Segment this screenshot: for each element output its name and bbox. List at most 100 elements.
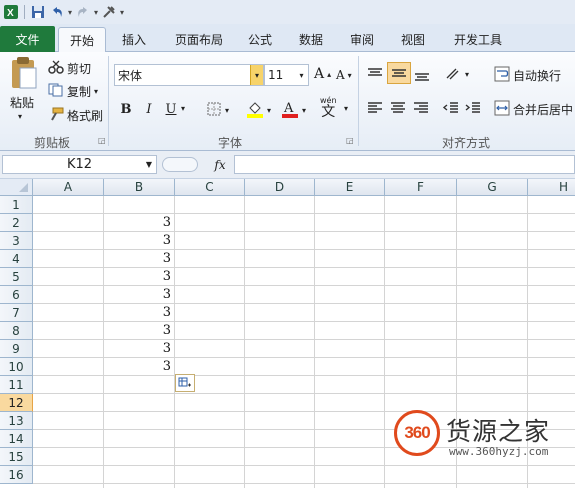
font-name-dropdown-icon[interactable]: ▾ <box>250 65 263 85</box>
merge-center-button[interactable]: 合并后居中 <box>494 100 573 119</box>
wrap-text-button[interactable]: 自动换行 <box>494 66 561 85</box>
row-header-15[interactable]: 15 <box>0 448 33 466</box>
redo-dropdown-icon[interactable]: ▾ <box>94 8 98 17</box>
fill-color-button[interactable]: ▾ <box>246 100 271 121</box>
row-header-16[interactable]: 16 <box>0 466 33 484</box>
align-middle-button[interactable] <box>387 62 411 84</box>
row-header-12[interactable]: 12 <box>0 394 33 412</box>
format-painter-button[interactable]: 格式刷 <box>48 107 103 124</box>
cell-b7[interactable]: 3 <box>104 304 175 321</box>
column-header-c[interactable]: C <box>175 179 245 196</box>
undo-dropdown-icon[interactable]: ▾ <box>68 8 72 17</box>
border-icon <box>206 101 222 120</box>
tab-page-layout[interactable]: 页面布局 <box>165 27 233 52</box>
orientation-dropdown-icon[interactable]: ▾ <box>465 70 469 79</box>
formula-bar-resize-handle[interactable] <box>162 157 198 172</box>
column-header-d[interactable]: D <box>245 179 315 196</box>
bold-button[interactable]: B <box>117 100 135 118</box>
undo-icon[interactable] <box>49 4 65 20</box>
name-box-dropdown-icon[interactable]: ▼ <box>146 160 152 169</box>
copy-button[interactable]: 复制 ▾ <box>48 83 98 100</box>
cell-b10[interactable]: 3 <box>104 358 175 375</box>
row-header-11[interactable]: 11 <box>0 376 33 394</box>
group-separator <box>358 56 359 146</box>
increase-indent-button[interactable] <box>464 100 482 116</box>
tools-icon[interactable] <box>101 4 117 20</box>
row-header-1[interactable]: 1 <box>0 196 33 214</box>
row-header-9[interactable]: 9 <box>0 340 33 358</box>
font-color-button[interactable]: A ▾ <box>281 100 306 121</box>
excel-logo-icon[interactable]: X <box>3 4 19 20</box>
decrease-indent-button[interactable] <box>442 100 460 116</box>
border-dropdown-icon[interactable]: ▾ <box>225 106 229 115</box>
tab-view[interactable]: 视图 <box>391 27 435 52</box>
column-header-g[interactable]: G <box>457 179 528 196</box>
row-header-10[interactable]: 10 <box>0 358 33 376</box>
cut-button[interactable]: 剪切 <box>48 60 91 77</box>
align-center-button[interactable] <box>389 100 407 116</box>
cell-b4[interactable]: 3 <box>104 250 175 267</box>
tab-insert[interactable]: 插入 <box>110 27 158 52</box>
underline-button[interactable]: U <box>162 100 180 118</box>
formula-input[interactable] <box>234 155 575 174</box>
font-name-select[interactable]: 宋体 ▾ <box>114 64 264 86</box>
border-button[interactable]: ▾ <box>206 101 229 120</box>
phonetic-button[interactable]: wén 文 <box>320 97 337 120</box>
column-header-b[interactable]: B <box>104 179 175 196</box>
phonetic-dropdown-icon[interactable]: ▾ <box>344 104 348 113</box>
paste-dropdown-icon[interactable]: ▾ <box>18 112 22 121</box>
align-left-icon <box>368 102 382 113</box>
column-header-h[interactable]: H <box>528 179 575 196</box>
italic-button[interactable]: I <box>140 100 158 118</box>
row-header-6[interactable]: 6 <box>0 286 33 304</box>
copy-dropdown-icon[interactable]: ▾ <box>94 87 98 96</box>
align-bottom-button[interactable] <box>413 66 431 82</box>
cell-b3[interactable]: 3 <box>104 232 175 249</box>
font-size-select[interactable]: 11 ▾ <box>264 64 309 86</box>
redo-icon[interactable] <box>75 4 91 20</box>
font-color-dropdown-icon[interactable]: ▾ <box>302 106 306 115</box>
clipboard-launcher-icon[interactable]: ◲ <box>98 136 106 145</box>
tab-data[interactable]: 数据 <box>289 27 333 52</box>
cell-b5[interactable]: 3 <box>104 268 175 285</box>
cell-b8[interactable]: 3 <box>104 322 175 339</box>
row-header-13[interactable]: 13 <box>0 412 33 430</box>
select-all-corner[interactable] <box>0 179 33 196</box>
tab-formulas[interactable]: 公式 <box>238 27 282 52</box>
row-header-7[interactable]: 7 <box>0 304 33 322</box>
grow-font-button[interactable]: A ▴ <box>314 66 331 82</box>
align-right-button[interactable] <box>412 100 430 116</box>
save-icon[interactable] <box>30 4 46 20</box>
row-header-3[interactable]: 3 <box>0 232 33 250</box>
row-header-8[interactable]: 8 <box>0 322 33 340</box>
customize-icon[interactable]: ▾ <box>120 8 124 17</box>
row-header-4[interactable]: 4 <box>0 250 33 268</box>
merge-center-label: 合并后居中 <box>513 103 574 117</box>
font-size-dropdown-icon[interactable]: ▾ <box>295 65 308 85</box>
paste-button[interactable] <box>6 56 40 90</box>
tab-file[interactable]: 文件 <box>0 26 55 52</box>
cell-b2[interactable]: 3 <box>104 214 175 231</box>
tab-review[interactable]: 审阅 <box>340 27 384 52</box>
auto-fill-options-button[interactable] <box>175 374 195 392</box>
name-box[interactable]: K12 ▼ <box>2 155 157 174</box>
tab-home[interactable]: 开始 <box>58 27 106 53</box>
fill-color-dropdown-icon[interactable]: ▾ <box>267 106 271 115</box>
orientation-button[interactable]: ▾ <box>444 66 469 82</box>
align-left-button[interactable] <box>366 100 384 116</box>
align-top-button[interactable] <box>366 66 384 82</box>
ribbon-tabs: 文件 开始 插入 页面布局 公式 数据 审阅 视图 开发工具 <box>0 24 575 53</box>
row-header-2[interactable]: 2 <box>0 214 33 232</box>
shrink-font-button[interactable]: A ▾ <box>336 68 352 82</box>
font-launcher-icon[interactable]: ◲ <box>346 136 354 145</box>
column-header-f[interactable]: F <box>385 179 457 196</box>
insert-function-button[interactable]: fx <box>208 155 232 174</box>
row-header-5[interactable]: 5 <box>0 268 33 286</box>
tab-developer[interactable]: 开发工具 <box>444 27 512 52</box>
cell-b9[interactable]: 3 <box>104 340 175 357</box>
column-header-a[interactable]: A <box>33 179 104 196</box>
column-header-e[interactable]: E <box>315 179 385 196</box>
row-header-14[interactable]: 14 <box>0 430 33 448</box>
cell-b6[interactable]: 3 <box>104 286 175 303</box>
underline-dropdown-icon[interactable]: ▾ <box>181 104 185 113</box>
